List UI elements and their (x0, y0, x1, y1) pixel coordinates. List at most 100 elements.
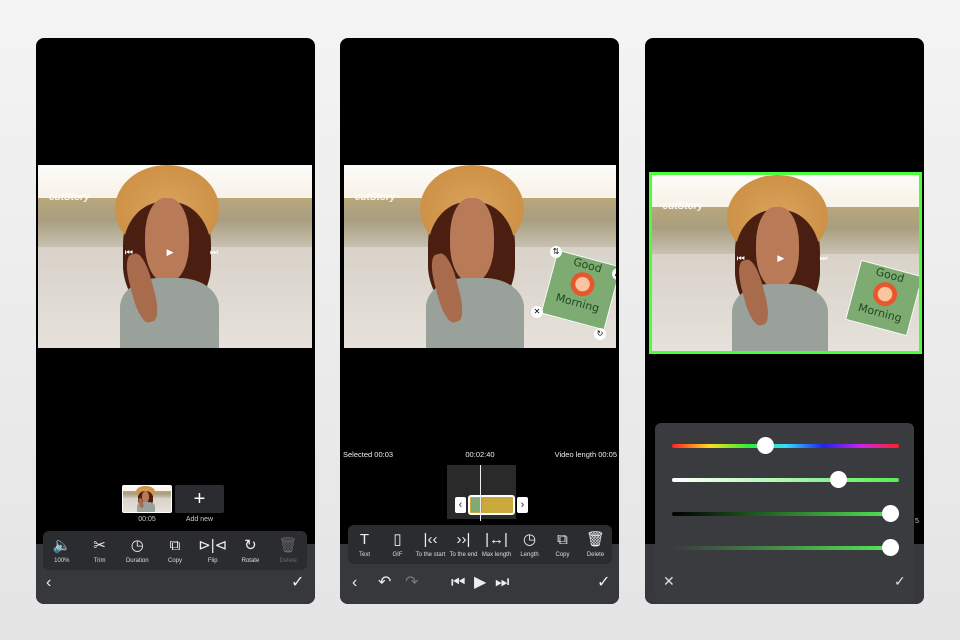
previous-icon[interactable]: ⏮ (123, 246, 135, 258)
back-button[interactable]: ‹ (352, 573, 357, 593)
opacity-slider[interactable] (672, 539, 899, 556)
max-length-icon: |↔| (485, 531, 508, 548)
watermark: cutStory (662, 201, 704, 213)
tool-label: Rotate (241, 558, 260, 564)
tool-length[interactable]: ◷ Length (513, 531, 546, 558)
play-icon[interactable]: ▶ (164, 246, 176, 258)
tool-max-length[interactable]: |↔| Max length (480, 531, 513, 558)
watermark: cutStory (354, 192, 396, 204)
sticker-toolbar: T Text ▯ GIF |‹‹ To the start ››| To the end |↔|… (348, 525, 612, 564)
undo-button[interactable]: ↶ (378, 573, 391, 593)
tool-trim[interactable]: ✂ Trim (81, 537, 119, 564)
tool-delete[interactable]: 🗑 Delete (579, 531, 612, 558)
tool-label: Copy (168, 558, 183, 564)
tool-copy[interactable]: ⧉ Copy (546, 531, 579, 558)
tool-duration[interactable]: ◷ Duration (118, 537, 156, 564)
saturation-slider[interactable] (672, 471, 899, 488)
skip-forward-button[interactable]: ⏭ (495, 573, 509, 593)
play-button[interactable]: ▶ (474, 573, 486, 593)
add-new-button[interactable]: + (175, 485, 224, 513)
phone-screen-color-adjust: cutStory ⏮ ▶ ⏭ Good Morning 5 ✕ ✓ (645, 38, 924, 604)
previous-icon[interactable]: ⏮ (735, 252, 747, 264)
confirm-button[interactable]: ✓ (894, 573, 906, 590)
phone-screen-video-editor: cutStory ⏮ ▶ ⏭ 00:05 + Add new 🔈 100% ✂ Trim ◷ D… (36, 38, 315, 604)
copy-icon: ⧉ (557, 531, 568, 548)
tool-copy[interactable]: ⧉ Copy (156, 537, 194, 564)
clip-duration: 00:05 (138, 516, 156, 523)
tool-to-the-start[interactable]: |‹‹ To the start (414, 531, 447, 558)
rotate-icon: ↻ (244, 537, 257, 554)
watermark: cutStory (48, 192, 90, 204)
trash-icon: 🗑 (278, 537, 298, 554)
confirm-button[interactable]: ✓ (597, 573, 610, 593)
volume-icon: 🔈 (52, 537, 72, 554)
plus-icon: + (193, 488, 206, 510)
thumbnail-image (123, 486, 171, 512)
sticker-clip[interactable] (468, 495, 515, 515)
tool-label: Duration (125, 558, 149, 564)
tool-flip[interactable]: ⊳|⊲ Flip (194, 537, 232, 564)
add-new-label: Add new (185, 516, 214, 523)
video-preview[interactable]: cutStory Good Morning ⇅ ⤢ ✕ ↻ (344, 165, 616, 348)
tool-to-the-end[interactable]: ››| To the end (447, 531, 480, 558)
gif-icon: ▯ (393, 531, 402, 548)
copy-icon: ⧉ (169, 537, 181, 554)
tool-rotate[interactable]: ↻ Rotate (232, 537, 270, 564)
playhead[interactable] (480, 465, 481, 521)
trash-icon: 🗑 (585, 531, 606, 548)
delete-handle-icon[interactable]: ✕ (531, 306, 543, 318)
flip-handle-icon[interactable]: ⇅ (550, 246, 562, 258)
redo-button[interactable]: ↷ (405, 573, 418, 593)
rotate-handle-icon[interactable]: ↻ (594, 328, 606, 340)
play-icon[interactable]: ▶ (775, 252, 787, 264)
slider-knob[interactable] (881, 505, 899, 522)
close-button[interactable]: ✕ (663, 573, 675, 590)
tool-label: Copy (555, 552, 570, 558)
trim-left-handle[interactable]: ‹ (455, 497, 466, 513)
clock-icon: ◷ (522, 531, 537, 548)
face (144, 197, 189, 283)
to-start-icon: |‹‹ (423, 531, 438, 548)
brightness-slider[interactable] (672, 505, 899, 522)
tool-label: Text (358, 552, 370, 558)
video-preview[interactable]: cutStory ⏮ ▶ ⏭ (38, 165, 312, 348)
hue-slider[interactable] (672, 437, 899, 454)
tool-label: Flip (207, 558, 218, 564)
tool-label: 100% (54, 558, 70, 564)
tool-100[interactable]: 🔈 100% (43, 537, 81, 564)
skip-back-button[interactable]: ⏮ (451, 573, 465, 593)
clip-thumbnail[interactable] (122, 485, 172, 513)
tool-label: To the start (415, 552, 446, 558)
current-time: 00:02:40 (465, 450, 495, 459)
partial-text: 5 (915, 518, 919, 525)
color-adjust-panel: ✕ ✓ (655, 423, 914, 602)
video-preview-selected[interactable]: cutStory ⏮ ▶ ⏭ Good Morning (649, 172, 922, 354)
tool-label: Delete (586, 552, 605, 558)
tool-text[interactable]: T Text (348, 531, 381, 558)
selected-time: Selected 00:03 (343, 450, 394, 459)
tool-label: Length (520, 552, 539, 558)
tool-gif[interactable]: ▯ GIF (381, 531, 414, 558)
confirm-button[interactable]: ✓ (291, 573, 304, 593)
slider-knob[interactable] (829, 471, 847, 488)
next-icon[interactable]: ⏭ (208, 246, 220, 258)
tool-label: Max length (481, 552, 512, 558)
tool-label: To the end (449, 552, 478, 558)
face (141, 490, 150, 503)
to-end-icon: ››| (456, 531, 471, 548)
slider-knob[interactable] (881, 539, 899, 556)
tool-label: Delete (279, 558, 297, 564)
trim-right-handle[interactable]: › (517, 497, 528, 513)
slider-knob[interactable] (757, 437, 775, 454)
flip-icon: ⊳|⊲ (198, 537, 228, 554)
text-icon: T (359, 531, 370, 548)
tool-delete[interactable]: 🗑 Delete (269, 537, 307, 564)
face (756, 206, 799, 288)
back-button[interactable]: ‹ (46, 573, 51, 593)
tool-label: GIF (392, 552, 403, 558)
edit-toolbar: 🔈 100% ✂ Trim ◷ Duration ⧉ Copy ⊳|⊲ Flip ↻ Rotate 🗑 D… (43, 531, 307, 570)
next-icon[interactable]: ⏭ (818, 252, 830, 264)
face (450, 197, 494, 283)
scissors-icon: ✂ (93, 537, 106, 554)
phone-screen-sticker-editor: cutStory Good Morning ⇅ ⤢ ✕ ↻ Selected 0… (340, 38, 619, 604)
